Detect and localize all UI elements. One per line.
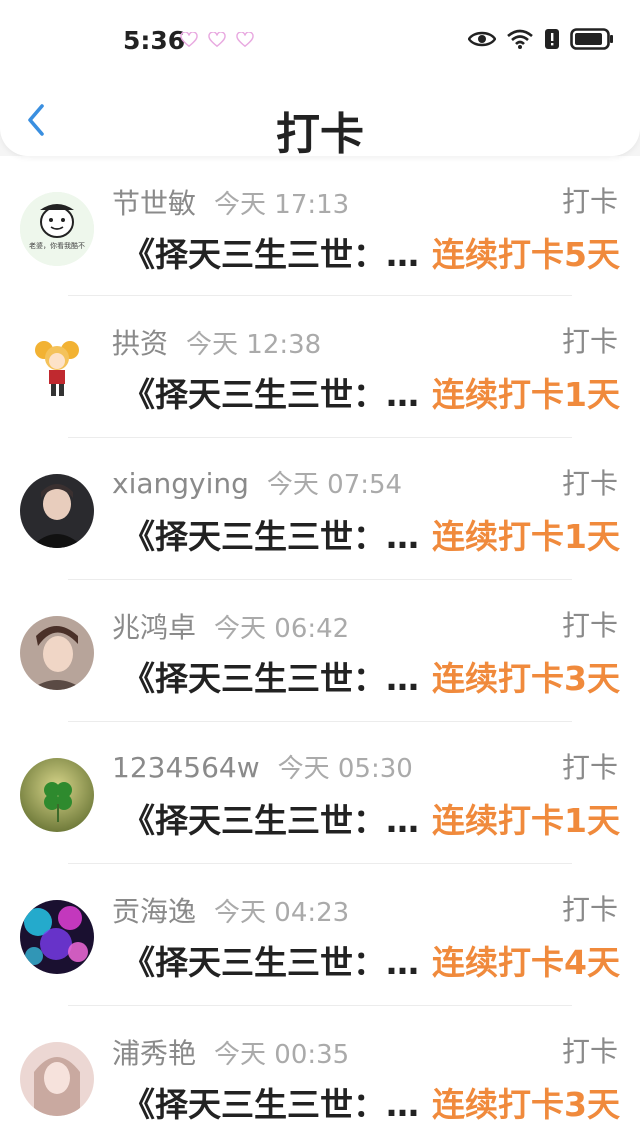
- post-time: 今天 05:30: [277, 754, 413, 784]
- streak-label: 连续打卡1天: [432, 375, 620, 414]
- cartoon-face-image: 老婆，你看我酷不: [20, 192, 94, 266]
- streak-label: 连续打卡5天: [432, 235, 620, 274]
- clover-image: [20, 758, 94, 832]
- page-title: 打卡: [276, 109, 364, 160]
- checkin-label: 打卡: [561, 893, 618, 926]
- streak-label: 连续打卡3天: [432, 1085, 620, 1124]
- portrait-man-image: [20, 474, 94, 548]
- user-name: 贡海逸 今天 04:23: [112, 895, 350, 928]
- heart-icon: [236, 32, 254, 48]
- post-time: 今天 12:38: [186, 330, 322, 360]
- eye-icon: [468, 31, 496, 47]
- list-item[interactable]: 浦秀艳 今天 00:35 打卡 《择天三生三世：… 连续打卡3天: [0, 1006, 640, 1148]
- post-time: 今天 00:35: [214, 1040, 350, 1070]
- avatar: [20, 1042, 94, 1116]
- status-icons: [468, 28, 614, 50]
- status-time: 5:36: [123, 26, 186, 55]
- checkin-content: 《择天三生三世：…: [122, 659, 419, 698]
- list-item[interactable]: 1234564w 今天 05:30 打卡 《择天三生三世：… 连续打卡1天: [0, 722, 640, 864]
- checkin-content: 《择天三生三世：…: [122, 517, 419, 556]
- user-name: 1234564w 今天 05:30: [112, 751, 413, 784]
- avatar: [20, 332, 94, 406]
- checkin-content: 《择天三生三世：…: [122, 235, 419, 274]
- checkin-label: 打卡: [561, 609, 618, 642]
- checkin-label: 打卡: [561, 1035, 618, 1068]
- portrait-girl-image: [20, 1042, 94, 1116]
- checkin-label: 打卡: [561, 467, 618, 500]
- post-time: 今天 04:23: [214, 898, 350, 928]
- portrait-boy-image: [20, 616, 94, 690]
- notification-hearts: [180, 32, 254, 48]
- list-item[interactable]: 拱资 今天 12:38 打卡 《择天三生三世：… 连续打卡1天: [0, 296, 640, 438]
- list-item[interactable]: xiangying 今天 07:54 打卡 《择天三生三世：… 连续打卡1天: [0, 438, 640, 580]
- user-name: 拱资 今天 12:38: [112, 327, 322, 360]
- streak-label: 连续打卡3天: [432, 659, 620, 698]
- post-time: 今天 06:42: [214, 614, 350, 644]
- list-item[interactable]: 兆鸿卓 今天 06:42 打卡 《择天三生三世：… 连续打卡3天: [0, 580, 640, 722]
- streak-label: 连续打卡1天: [432, 517, 620, 556]
- heart-icon: [180, 32, 198, 48]
- avatar: 老婆，你看我酷不: [20, 192, 94, 266]
- post-time: 今天 17:13: [214, 190, 350, 220]
- user-name: 浦秀艳 今天 00:35: [112, 1037, 350, 1070]
- avatar: [20, 758, 94, 832]
- checkin-label: 打卡: [561, 325, 618, 358]
- checkin-content: 《择天三生三世：…: [122, 801, 419, 840]
- wifi-icon: [507, 29, 533, 49]
- streak-label: 连续打卡1天: [432, 801, 620, 840]
- heart-icon: [208, 32, 226, 48]
- user-name: 兆鸿卓 今天 06:42: [112, 611, 350, 644]
- battery-icon: [570, 28, 613, 50]
- list-item[interactable]: 老婆，你看我酷不 节世敏 今天 17:13 打卡 《择天三生三世：… 连续打卡5天: [0, 156, 640, 296]
- checkin-content: 《择天三生三世：…: [122, 943, 419, 982]
- checkin-label: 打卡: [561, 185, 618, 218]
- checkin-content: 《择天三生三世：…: [122, 375, 419, 414]
- alert-icon: [545, 29, 559, 49]
- avatar: [20, 900, 94, 974]
- streak-label: 连续打卡4天: [432, 943, 620, 982]
- user-name: xiangying 今天 07:54: [112, 467, 403, 500]
- avatar: [20, 474, 94, 548]
- checkin-list: 老婆，你看我酷不 节世敏 今天 17:13 打卡 《择天三生三世：… 连续打卡5天…: [0, 156, 640, 1148]
- top-header: 5:36 打卡: [0, 0, 640, 160]
- checkin-content: 《择天三生三世：…: [122, 1085, 419, 1124]
- post-time: 今天 07:54: [266, 470, 403, 500]
- avatar: [20, 616, 94, 690]
- svg-text:老婆，你看我酷不: 老婆，你看我酷不: [29, 241, 85, 250]
- bokeh-image: [20, 900, 94, 974]
- list-item[interactable]: 贡海逸 今天 04:23 打卡 《择天三生三世：… 连续打卡4天: [0, 864, 640, 1006]
- anime-girl-image: [20, 332, 94, 406]
- user-name: 节世敏 今天 17:13: [112, 187, 350, 220]
- checkin-label: 打卡: [561, 751, 618, 784]
